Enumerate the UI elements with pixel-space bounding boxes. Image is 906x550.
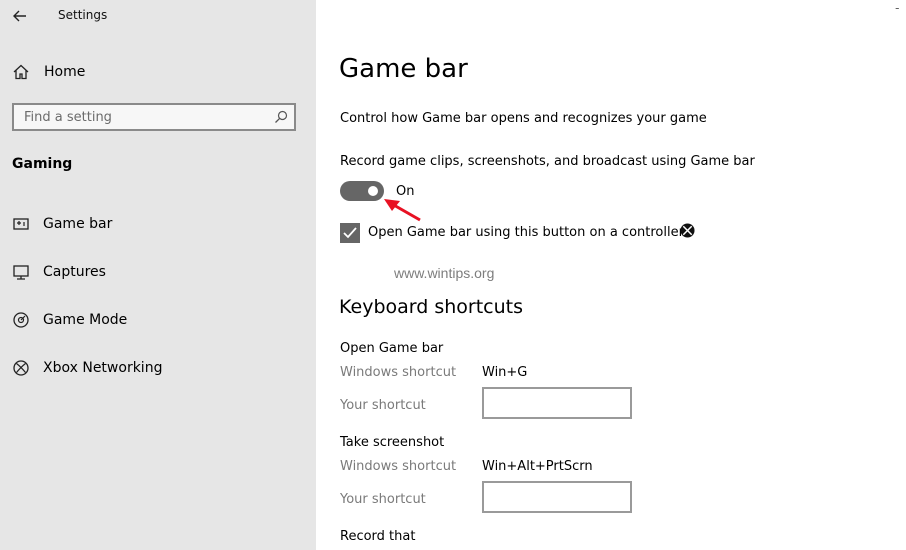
search-icon[interactable] — [274, 110, 288, 124]
search-input[interactable]: Find a setting — [12, 103, 296, 131]
your-shortcut-label: Your shortcut — [340, 492, 426, 507]
back-arrow-icon[interactable] — [10, 6, 30, 26]
sidebar-item-game-bar[interactable]: Game bar — [12, 213, 302, 237]
app-title: Settings — [58, 8, 108, 22]
checkmark-icon — [343, 227, 357, 239]
search-placeholder: Find a setting — [24, 110, 112, 125]
minimize-button[interactable]: ˉ — [895, 6, 901, 19]
main-content: ˉ Game bar Control how Game bar opens an… — [316, 0, 906, 550]
sidebar-item-game-mode[interactable]: Game Mode — [12, 309, 302, 333]
game-mode-icon — [13, 312, 29, 328]
sidebar-item-captures[interactable]: Captures — [12, 261, 302, 285]
your-shortcut-input[interactable] — [482, 387, 632, 419]
shortcut-group-title: Record that — [340, 529, 416, 544]
controller-button-checkbox[interactable] — [340, 223, 360, 243]
windows-shortcut-label: Windows shortcut — [340, 459, 457, 474]
record-toggle[interactable] — [340, 181, 384, 201]
page-title: Game bar — [339, 54, 468, 84]
checkbox-label: Open Game bar using this button on a con… — [368, 225, 689, 240]
annotation-arrow-icon — [384, 199, 421, 222]
home-icon — [13, 64, 29, 80]
windows-shortcut-label: Windows shortcut — [340, 365, 457, 380]
home-link[interactable]: Home — [12, 62, 292, 84]
your-shortcut-label: Your shortcut — [340, 398, 426, 413]
windows-shortcut-value: Win+Alt+PrtScrn — [482, 459, 593, 474]
section-title: Keyboard shortcuts — [339, 296, 524, 318]
home-label: Home — [44, 64, 86, 80]
sidebar-item-label: Game Mode — [43, 312, 128, 328]
watermark: www.wintips.org — [394, 265, 495, 281]
xbox-icon — [13, 360, 29, 376]
sidebar-item-label: Captures — [43, 264, 106, 280]
sidebar-item-label: Xbox Networking — [43, 360, 163, 376]
windows-shortcut-value: Win+G — [482, 365, 528, 380]
your-shortcut-input[interactable] — [482, 481, 632, 513]
sidebar: Settings Home Find a setting Gaming Game… — [0, 0, 316, 550]
sidebar-item-xbox-networking[interactable]: Xbox Networking — [12, 357, 302, 381]
shortcut-group-title: Open Game bar — [340, 341, 444, 356]
xbox-logo-icon — [680, 223, 695, 238]
captures-icon — [13, 265, 29, 280]
toggle-knob — [368, 186, 378, 196]
section-title: Gaming — [12, 156, 73, 172]
shortcut-group-title: Take screenshot — [340, 435, 445, 450]
page-description: Control how Game bar opens and recognize… — [340, 111, 707, 126]
record-setting-label: Record game clips, screenshots, and broa… — [340, 154, 755, 169]
sidebar-item-label: Game bar — [43, 216, 113, 232]
game-bar-icon — [13, 218, 29, 230]
